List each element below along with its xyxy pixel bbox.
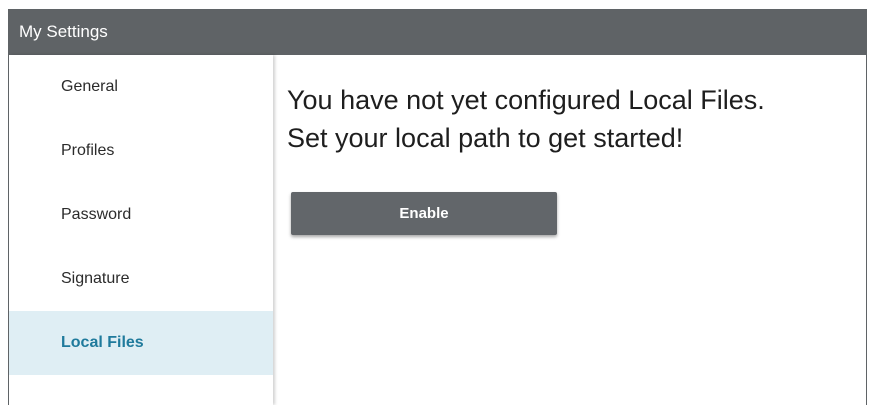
heading-line-2: Set your local path to get started! (287, 123, 684, 153)
sidebar-item-signature[interactable]: Signature (9, 247, 273, 311)
enable-button[interactable]: Enable (291, 192, 557, 235)
settings-sidebar: General Profiles Password Signature Loca… (9, 55, 273, 405)
settings-window: My Settings General Profiles Password Si… (8, 9, 867, 405)
sidebar-item-general[interactable]: General (9, 55, 273, 119)
sidebar-item-profiles[interactable]: Profiles (9, 119, 273, 183)
sidebar-item-local-files[interactable]: Local Files (9, 311, 273, 375)
heading-line-1: You have not yet configured Local Files. (287, 85, 765, 115)
sidebar-item-password[interactable]: Password (9, 183, 273, 247)
page-heading: You have not yet configured Local Files.… (287, 81, 858, 157)
main-content: You have not yet configured Local Files.… (287, 81, 858, 235)
window-title: My Settings (9, 9, 866, 55)
